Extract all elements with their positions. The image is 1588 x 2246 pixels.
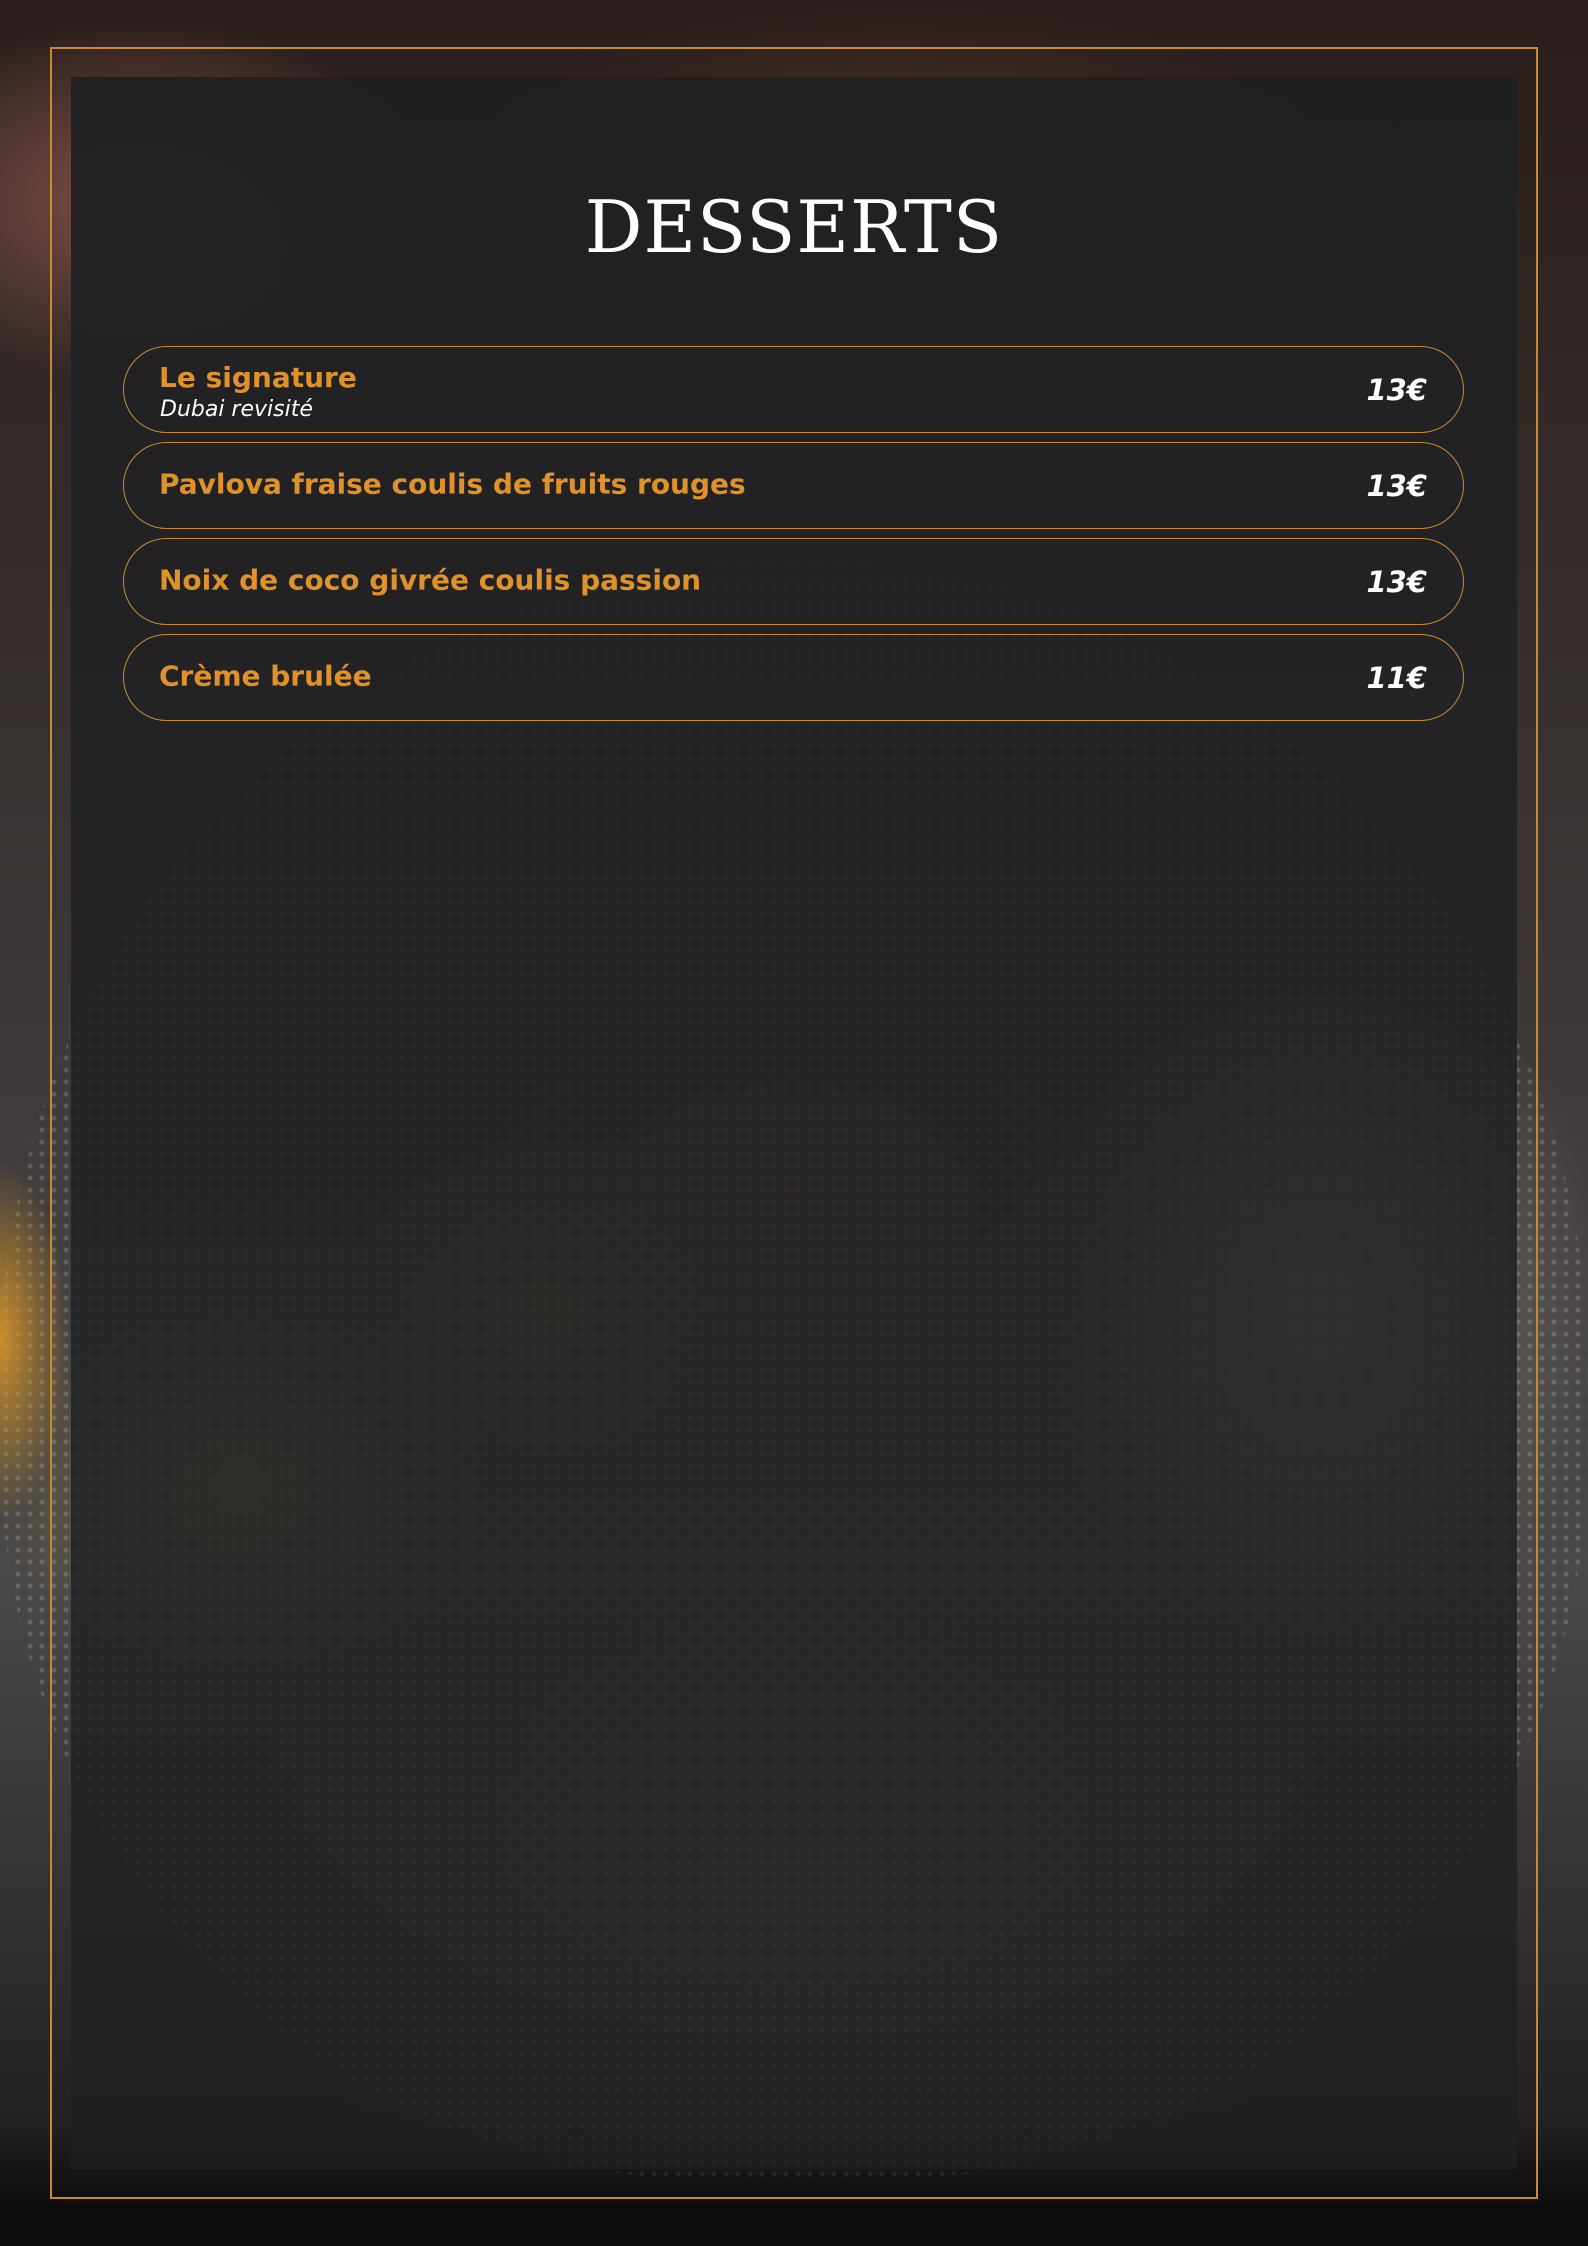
item-price: 13€	[1366, 373, 1427, 407]
item-name: Noix de coco givrée coulis passion	[159, 563, 702, 597]
menu-item-creme-brulee[interactable]: Crème brulée 11€	[123, 634, 1464, 721]
menu-title: DESSERTS	[584, 185, 1004, 269]
item-subtitle: Dubai revisité	[160, 397, 313, 422]
item-price: 13€	[1366, 469, 1427, 503]
menu-item-le-signature[interactable]: Le signature Dubai revisité 13€	[123, 346, 1464, 433]
dessert-list: Le signature Dubai revisité 13€ Pavlova …	[123, 346, 1464, 730]
item-price: 13€	[1366, 565, 1427, 599]
menu-page: DESSERTS Le signature Dubai revisité 13€…	[0, 0, 1588, 2246]
item-name: Crème brulée	[159, 659, 372, 693]
menu-item-pavlova[interactable]: Pavlova fraise coulis de fruits rouges 1…	[123, 442, 1464, 529]
item-name: Le signature	[159, 361, 357, 394]
menu-item-noix-de-coco[interactable]: Noix de coco givrée coulis passion 13€	[123, 538, 1464, 625]
item-name: Pavlova fraise coulis de fruits rouges	[159, 467, 746, 501]
item-price: 11€	[1366, 661, 1427, 695]
